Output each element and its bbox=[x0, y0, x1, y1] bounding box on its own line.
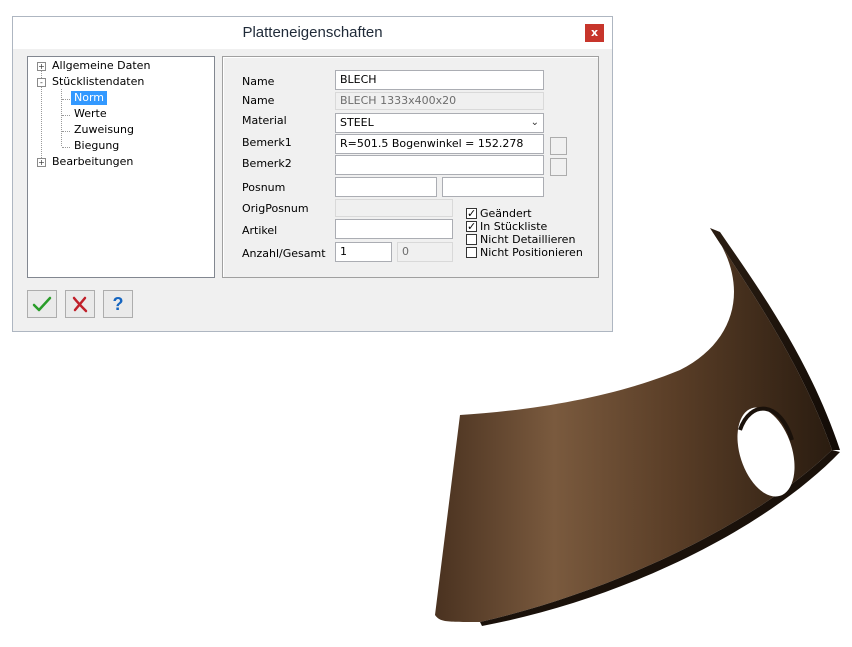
artikel-label: Artikel bbox=[242, 224, 278, 237]
tree-connector bbox=[62, 147, 70, 148]
tree-item-norm[interactable]: Norm bbox=[71, 91, 108, 105]
collapse-minus-icon[interactable]: - bbox=[37, 78, 46, 87]
name-field[interactable]: BLECH bbox=[335, 70, 544, 90]
posnum2-field[interactable] bbox=[442, 177, 544, 197]
checkmark-icon bbox=[32, 296, 52, 312]
material-value: STEEL bbox=[340, 116, 374, 129]
tree-item-biegung[interactable]: Biegung bbox=[74, 139, 119, 153]
cancel-button[interactable] bbox=[65, 290, 95, 318]
origposnum-label: OrigPosnum bbox=[242, 202, 309, 215]
tree-connector bbox=[61, 89, 62, 146]
bemerk1-field[interactable]: R=501.5 Bogenwinkel = 152.278 bbox=[335, 134, 544, 154]
posnum-label: Posnum bbox=[242, 181, 286, 194]
material-label: Material bbox=[242, 114, 287, 127]
tree-connector bbox=[62, 115, 70, 116]
bemerk1-label: Bemerk1 bbox=[242, 136, 292, 149]
bemerk2-label: Bemerk2 bbox=[242, 157, 292, 170]
chevron-down-icon: ⌄ bbox=[530, 117, 539, 128]
tree-item-allgemeine-daten[interactable]: Allgemeine Daten bbox=[52, 59, 150, 73]
bemerk2-browse-button[interactable] bbox=[550, 158, 567, 176]
tree-connector bbox=[62, 131, 70, 132]
material-dropdown[interactable]: STEEL ⌄ bbox=[335, 113, 544, 133]
tree-item-stuecklistendaten[interactable]: Stücklistendaten bbox=[52, 75, 144, 89]
help-button[interactable]: ? bbox=[103, 290, 133, 318]
tree-item-bearbeitungen[interactable]: Bearbeitungen bbox=[52, 155, 133, 169]
bent-plate-3d-model bbox=[420, 220, 840, 633]
ok-button[interactable] bbox=[27, 290, 57, 318]
origposnum-field bbox=[335, 199, 453, 217]
name2-label: Name bbox=[242, 94, 275, 107]
expand-plus-icon[interactable]: + bbox=[37, 62, 46, 71]
close-button[interactable]: x bbox=[585, 24, 604, 42]
bemerk2-field[interactable] bbox=[335, 155, 544, 175]
tree-connector bbox=[62, 99, 70, 100]
anzahl-field[interactable]: 1 bbox=[335, 242, 392, 262]
tree-item-werte[interactable]: Werte bbox=[74, 107, 107, 121]
tree-view[interactable]: + Allgemeine Daten - Stücklistendaten No… bbox=[27, 56, 215, 278]
cross-icon bbox=[72, 296, 88, 313]
posnum-field[interactable] bbox=[335, 177, 437, 197]
name-label: Name bbox=[242, 75, 275, 88]
question-icon: ? bbox=[112, 294, 124, 314]
geaendert-label: Geändert bbox=[480, 207, 532, 220]
dialog-title: Platteneigenschaften bbox=[242, 24, 383, 41]
tree-item-zuweisung[interactable]: Zuweisung bbox=[74, 123, 134, 137]
geaendert-checkbox[interactable]: ✓ bbox=[466, 208, 477, 219]
expand-plus-icon[interactable]: + bbox=[37, 158, 46, 167]
name-readonly-field: BLECH 1333x400x20 bbox=[335, 92, 544, 110]
title-bar[interactable]: Platteneigenschaften x bbox=[13, 17, 612, 49]
anzahl-gesamt-label: Anzahl/Gesamt bbox=[242, 247, 326, 260]
bemerk1-browse-button[interactable] bbox=[550, 137, 567, 155]
